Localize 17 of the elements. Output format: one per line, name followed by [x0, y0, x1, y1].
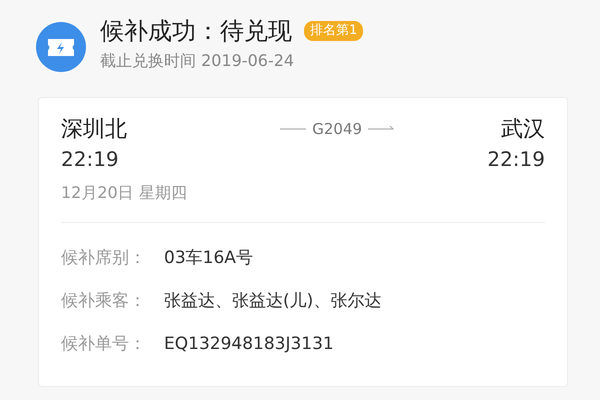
field-value: 张益达、张益达(儿)、张尔达: [164, 290, 382, 313]
line-icon: [280, 126, 306, 132]
deadline-text: 截止兑换时间 2019-06-24: [100, 50, 296, 72]
field-value: EQ132948183J3131: [164, 333, 334, 356]
field-label: 候补乘客：: [61, 290, 146, 313]
ticket-icon: [36, 22, 86, 72]
arrival-time: 22:19: [487, 146, 545, 172]
travel-date: 12月20日 星期四: [61, 182, 188, 204]
departure-station: 深圳北: [61, 116, 127, 144]
field-label: 候补单号：: [61, 333, 146, 356]
field-value: 03车16A号: [164, 247, 253, 270]
departure-time: 22:19: [61, 146, 120, 172]
field-label: 候补席别：: [61, 247, 146, 270]
arrival-station: 武汉: [500, 116, 545, 144]
train-number: G2049: [312, 120, 362, 138]
status-title: 候补成功：待兑现: [100, 16, 292, 46]
rank-badge: 排名第1: [304, 21, 364, 41]
